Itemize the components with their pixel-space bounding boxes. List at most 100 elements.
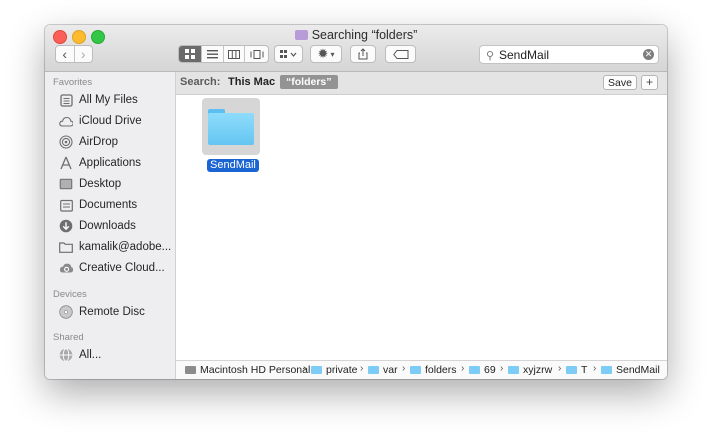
sidebar-item-airdrop[interactable]: AirDrop xyxy=(59,133,118,151)
path-segment[interactable]: SendMail xyxy=(601,364,660,376)
sidebar-item-label: iCloud Drive xyxy=(79,115,142,127)
tag-icon xyxy=(392,49,408,59)
folder-icon xyxy=(508,366,519,374)
path-segment[interactable]: private xyxy=(311,364,358,376)
path-segment-label: 69 xyxy=(484,364,496,376)
icon-view-button[interactable] xyxy=(179,46,202,62)
cloud-icon xyxy=(59,114,73,128)
title-bar: Searching “folders” ‹ › ✹ ▾ ⚲ SendMail ✕ xyxy=(45,25,667,72)
sidebar-item-creative-cloud[interactable]: Creative Cloud... xyxy=(59,259,165,277)
chevron-right-icon: › xyxy=(80,46,86,62)
chevron-right-icon: › xyxy=(461,363,465,374)
sidebar-item-remote-disc[interactable]: Remote Disc xyxy=(59,303,145,321)
path-segment-label: xyjzrw xyxy=(523,364,553,376)
chevron-right-icon: › xyxy=(593,363,597,374)
column-view-button[interactable] xyxy=(224,46,246,62)
sidebar-item-label: Applications xyxy=(79,157,142,169)
result-item[interactable]: SendMail xyxy=(202,98,260,173)
airdrop-icon xyxy=(59,135,73,149)
path-segment[interactable]: var xyxy=(368,364,398,376)
icon-view-icon xyxy=(184,49,195,59)
search-folder-icon xyxy=(294,30,308,40)
scope-this-mac[interactable]: This Mac xyxy=(228,76,275,88)
share-button[interactable] xyxy=(350,45,376,63)
search-icon: ⚲ xyxy=(486,50,495,62)
share-icon xyxy=(358,48,368,60)
sidebar-item-icloud-drive[interactable]: iCloud Drive xyxy=(59,112,142,130)
forward-button[interactable]: › xyxy=(75,46,93,62)
back-button[interactable]: ‹ xyxy=(56,46,75,62)
path-segment[interactable]: Macintosh HD Personal xyxy=(185,364,310,376)
sidebar-item-label: Remote Disc xyxy=(79,306,145,318)
chevron-down-icon: ▾ xyxy=(330,49,335,59)
window-title-text: Searching “folders” xyxy=(311,28,418,42)
result-item-name[interactable]: SendMail xyxy=(207,159,259,172)
chevron-right-icon: › xyxy=(360,363,364,374)
chevron-right-icon: › xyxy=(500,363,504,374)
search-field[interactable]: ⚲ SendMail ✕ xyxy=(479,45,659,64)
sidebar-item-label: All... xyxy=(79,349,102,361)
cover-flow-view-icon xyxy=(250,49,264,59)
gear-icon: ✹ xyxy=(317,46,329,61)
sidebar-item-applications[interactable]: Applications xyxy=(59,154,141,172)
list-view-icon xyxy=(206,49,218,58)
folder-icon xyxy=(410,366,421,374)
sidebar-item-kamalik[interactable]: kamalik@adobe... xyxy=(59,238,171,256)
downloads-icon xyxy=(59,219,73,233)
path-segment[interactable]: 69 xyxy=(469,364,496,376)
path-segment-label: var xyxy=(383,364,398,376)
shared-heading: Shared xyxy=(53,332,84,343)
sidebar-item-documents[interactable]: Documents xyxy=(59,196,137,214)
arrange-button[interactable] xyxy=(274,45,303,63)
path-segment[interactable]: T xyxy=(566,364,587,376)
search-input[interactable]: SendMail xyxy=(499,48,549,62)
clear-search-icon[interactable]: ✕ xyxy=(643,49,654,60)
devices-heading: Devices xyxy=(53,289,87,300)
tag-button[interactable] xyxy=(385,45,416,63)
folder-icon xyxy=(311,366,322,374)
list-view-button[interactable] xyxy=(202,46,224,62)
chevron-left-icon: ‹ xyxy=(62,46,68,62)
add-criteria-button[interactable]: + xyxy=(641,75,658,90)
results-area: SendMail xyxy=(176,95,667,359)
sidebar-item-label: All My Files xyxy=(79,94,138,106)
window-title: Searching “folders” xyxy=(45,28,667,42)
sidebar-item-label: kamalik@adobe... xyxy=(79,241,172,253)
sidebar-item-label: AirDrop xyxy=(79,136,118,148)
action-button[interactable]: ✹ ▾ xyxy=(310,45,342,63)
sidebar-item-desktop[interactable]: Desktop xyxy=(59,175,121,193)
cover-flow-view-button[interactable] xyxy=(245,46,268,62)
creative-cloud-icon xyxy=(59,261,73,275)
path-segment-label: folders xyxy=(425,364,457,376)
hard-drive-icon xyxy=(185,366,196,374)
desktop-icon xyxy=(59,177,73,191)
path-bar: Macintosh HD Personal › private › var › … xyxy=(176,360,667,379)
back-forward-control: ‹ › xyxy=(55,45,93,63)
folder-icon xyxy=(601,366,612,374)
search-scope-bar: Search: This Mac “folders” Save + xyxy=(176,72,667,95)
folder-icon xyxy=(368,366,379,374)
chevron-right-icon: › xyxy=(303,363,307,374)
applications-icon xyxy=(59,156,73,170)
sidebar-item-all-my-files[interactable]: All My Files xyxy=(59,91,138,109)
path-segment[interactable]: folders xyxy=(410,364,457,376)
disc-icon xyxy=(59,305,73,319)
network-icon xyxy=(59,348,73,362)
save-search-button[interactable]: Save xyxy=(603,75,637,90)
favorites-heading: Favorites xyxy=(53,77,93,88)
folder-icon xyxy=(566,366,577,374)
path-segment[interactable]: xyjzrw xyxy=(508,364,552,376)
finder-window: Searching “folders” ‹ › ✹ ▾ ⚲ SendMail ✕… xyxy=(45,25,667,379)
arrange-icon xyxy=(280,49,297,58)
sidebar-item-label: Creative Cloud... xyxy=(79,262,165,274)
folder-icon[interactable] xyxy=(202,98,260,155)
documents-icon xyxy=(59,198,73,212)
scope-folder-token[interactable]: “folders” xyxy=(280,75,338,89)
sidebar-item-downloads[interactable]: Downloads xyxy=(59,217,136,235)
folder-icon xyxy=(469,366,480,374)
path-segment-label: T xyxy=(581,364,588,376)
view-mode-control xyxy=(178,45,269,63)
chevron-right-icon: › xyxy=(558,363,562,374)
sidebar-item-shared-all[interactable]: All... xyxy=(59,346,101,364)
search-scope-label: Search: xyxy=(180,76,221,88)
